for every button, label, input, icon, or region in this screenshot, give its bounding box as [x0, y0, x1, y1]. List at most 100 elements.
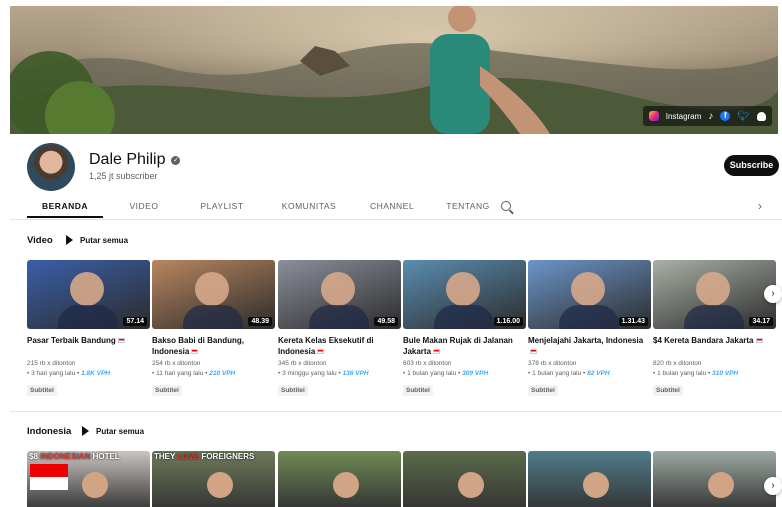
tabs-divider [10, 219, 782, 220]
video-vph: 310 VPH [712, 370, 739, 377]
playlist-thumbnail[interactable]: THEY LOVE FOREIGNERS [152, 451, 275, 507]
thumbnail-caption: THEY LOVE FOREIGNERS [154, 452, 254, 461]
video-age-line: • 3 hari yang lalu • 1.8K VPH [27, 370, 110, 377]
indonesia-flag-icon [191, 349, 199, 355]
section-divider [10, 411, 782, 412]
video-age-line: • 3 minggu yang lalu • 136 VPH [278, 370, 369, 377]
channel-name: Dale Philip ✓ [89, 151, 181, 169]
video-shelf: 57.14 Pasar Terbaik Bandung 215 rb x diton… [27, 260, 782, 396]
section-title-indonesia: Indonesia [27, 426, 72, 437]
snapchat-icon[interactable] [757, 111, 766, 121]
facebook-icon[interactable]: f [720, 111, 731, 121]
video-thumbnail[interactable]: 48.39 [152, 260, 275, 329]
video-views: 345 rb x ditonton [278, 360, 327, 367]
video-thumbnail[interactable]: 49.58 [278, 260, 401, 329]
video-card[interactable]: 1.16.00 Bule Makan Rujak di Jalanan Jakar… [403, 260, 526, 397]
video-card[interactable]: 34.17 $4 Kereta Bandara Jakarta 820 rb x d… [653, 260, 776, 397]
video-card[interactable]: 57.14 Pasar Terbaik Bandung 215 rb x diton… [27, 260, 150, 397]
subtitle-badge: Subtitel [403, 385, 433, 396]
video-title[interactable]: Kereta Kelas Eksekutif di Indonesia [278, 335, 398, 359]
channel-banner: Instagram ♪ f 🐦︎ [10, 6, 778, 134]
verified-icon: ✓ [171, 155, 181, 165]
video-age: 3 hari yang lalu [31, 370, 76, 377]
playlist-thumbnail[interactable] [403, 451, 526, 507]
play-all-button[interactable]: Putar semua [66, 235, 128, 245]
playlist-thumbnail[interactable]: $8 INDONESIAN HOTEL [27, 451, 150, 507]
indonesia-flag-icon [317, 349, 325, 355]
channel-name-text: Dale Philip [89, 151, 166, 168]
caption-highlight: INDONESIAN [40, 452, 91, 461]
video-thumbnail[interactable]: 1.16.00 [403, 260, 526, 329]
caption-highlight: LOVE [177, 452, 200, 461]
video-vph: 309 VPH [462, 370, 489, 377]
play-all-button[interactable]: Putar semua [82, 426, 144, 436]
video-views: 254 rb x ditonton [152, 360, 201, 367]
tiktok-icon[interactable]: ♪ [708, 111, 713, 122]
tab-playlist[interactable]: PLAYLIST [187, 196, 257, 218]
channel-tabs: BERANDA VIDEO PLAYLIST KOMUNITAS CHANNEL… [27, 196, 782, 220]
video-vph: 1.8K VPH [81, 370, 110, 377]
video-age: 1 bulan yang lalu [657, 370, 707, 377]
play-all-label: Putar semua [80, 235, 129, 245]
tab-komunitas[interactable]: KOMUNITAS [269, 196, 349, 218]
video-vph: 210 VPH [209, 370, 236, 377]
social-links: Instagram ♪ f 🐦︎ [642, 106, 772, 126]
playlist-thumbnail[interactable] [653, 451, 776, 507]
chevron-right-icon[interactable]: › [758, 199, 762, 213]
video-duration: 48.39 [248, 317, 272, 326]
video-title-text: Pasar Terbaik Bandung [27, 336, 116, 345]
tab-video[interactable]: VIDEO [113, 196, 175, 218]
subtitle-badge: Subtitel [653, 385, 683, 396]
shelf-next-button[interactable]: › [764, 477, 782, 495]
thumbnail-caption: $8 INDONESIAN HOTEL [29, 452, 120, 461]
video-title[interactable]: Menjelajahi Jakarta, Indonesia [528, 335, 648, 359]
video-age: 11 hari yang lalu [156, 370, 204, 377]
video-thumbnail[interactable]: 57.14 [27, 260, 150, 329]
video-age: 1 bulan yang lalu [532, 370, 582, 377]
video-title[interactable]: Bule Makan Rujak di Jalanan Jakarta [403, 335, 523, 359]
caption-part: $8 [29, 452, 41, 461]
caption-part: THEY [154, 452, 178, 461]
video-card[interactable]: 48.39 Bakso Babi di Bandung, Indonesia 254… [152, 260, 275, 397]
video-vph: 136 VPH [342, 370, 369, 377]
play-all-label: Putar semua [96, 426, 145, 436]
subtitle-badge: Subtitel [152, 385, 182, 396]
video-age: 1 bulan yang lalu [407, 370, 457, 377]
video-title-text: Bule Makan Rujak di Jalanan Jakarta [403, 336, 513, 356]
shelf-next-button[interactable]: › [764, 285, 782, 303]
indonesia-flag-icon [530, 349, 537, 355]
video-card[interactable]: 49.58 Kereta Kelas Eksekutif di Indonesia… [278, 260, 401, 397]
video-thumbnail[interactable]: 34.17 [653, 260, 776, 329]
caption-part: HOTEL [90, 452, 120, 461]
video-age-line: • 11 hari yang lalu • 210 VPH [152, 370, 236, 377]
video-title-text: Menjelajahi Jakarta, Indonesia [528, 336, 644, 345]
video-title-text: Kereta Kelas Eksekutif di Indonesia [278, 336, 374, 356]
video-thumbnail[interactable]: 1.31.43 [528, 260, 651, 329]
instagram-label[interactable]: Instagram [666, 112, 702, 121]
instagram-icon[interactable] [648, 111, 659, 121]
search-icon[interactable] [501, 201, 511, 211]
video-title[interactable]: Pasar Terbaik Bandung [27, 335, 147, 359]
video-card[interactable]: 1.31.43 Menjelajahi Jakarta, Indonesia 378… [528, 260, 651, 397]
twitter-icon[interactable]: 🐦︎ [737, 111, 750, 122]
video-age-line: • 1 bulan yang lalu • 82 VPH [528, 370, 610, 377]
tab-channel[interactable]: CHANNEL [359, 196, 425, 218]
tab-beranda[interactable]: BERANDA [27, 196, 103, 218]
channel-avatar[interactable] [27, 143, 75, 191]
playlist-thumbnail[interactable] [528, 451, 651, 507]
video-views: 820 rb x ditonton [653, 360, 702, 367]
video-title[interactable]: $4 Kereta Bandara Jakarta [653, 335, 773, 359]
video-title-text: $4 Kereta Bandara Jakarta [653, 336, 754, 345]
playlist-thumbnail[interactable] [278, 451, 401, 507]
video-age: 3 minggu yang lalu [282, 370, 337, 377]
video-age-line: • 1 bulan yang lalu • 310 VPH [653, 370, 739, 377]
video-duration: 57.14 [123, 317, 147, 326]
video-vph: 82 VPH [587, 370, 610, 377]
subscribe-button[interactable]: Subscribe [724, 155, 779, 176]
indonesia-flag-icon [433, 349, 441, 355]
subtitle-badge: Subtitel [278, 385, 308, 396]
tab-tentang[interactable]: TENTANG [435, 196, 501, 218]
video-title[interactable]: Bakso Babi di Bandung, Indonesia [152, 335, 272, 359]
video-duration: 49.58 [374, 317, 398, 326]
video-views: 215 rb x ditonton [27, 360, 76, 367]
